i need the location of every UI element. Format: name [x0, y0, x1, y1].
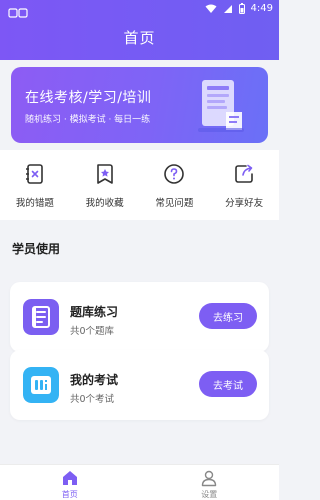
practice-button[interactable]: 去练习	[199, 303, 257, 329]
page-title: 首页	[123, 29, 156, 47]
card-title: 题库练习	[70, 305, 119, 319]
quick-nav-wrong-questions[interactable]: 我的错题	[0, 150, 70, 220]
card-question-bank[interactable]: 题库练习 共0个题库 去练习	[10, 282, 269, 352]
tab-label: 首页	[61, 490, 78, 499]
wifi-icon	[205, 4, 217, 13]
faq-icon	[164, 164, 185, 184]
bottom-tab-bar: 首页 设置	[0, 464, 279, 500]
take-exam-button[interactable]: 去考试	[199, 371, 257, 397]
signal-icon	[223, 4, 232, 13]
wrong-questions-icon	[25, 164, 43, 184]
quick-nav-favorites[interactable]: 我的收藏	[70, 150, 140, 220]
banner-subtitle: 随机练习 · 模拟考试 · 每日一练	[25, 115, 151, 125]
quick-nav-label: 我的收藏	[85, 198, 124, 209]
tab-settings[interactable]: 设置	[140, 465, 280, 500]
quick-nav-label: 分享好友	[225, 198, 264, 209]
banner-title: 在线考核/学习/培训	[25, 90, 152, 106]
user-settings-icon	[202, 470, 217, 487]
home-icon	[62, 471, 77, 485]
favorites-icon	[96, 164, 113, 184]
notification-icons	[8, 8, 28, 18]
battery-icon	[238, 3, 245, 14]
quick-nav-label: 我的错题	[15, 198, 54, 209]
tab-home[interactable]: 首页	[0, 465, 140, 500]
status-left	[8, 3, 30, 22]
tab-label: 设置	[201, 490, 218, 499]
quick-nav-share[interactable]: 分享好友	[209, 150, 279, 220]
status-icons: 4:49	[205, 3, 273, 14]
card-count: 共0个题库	[70, 326, 115, 337]
quick-nav: 我的错题 我的收藏 常见问题 分享好友	[0, 150, 279, 220]
document-illustration-icon	[198, 80, 244, 132]
status-time: 4:49	[250, 3, 273, 14]
card-exam[interactable]: 我的考试 共0个考试 去考试	[10, 350, 269, 420]
exam-icon	[23, 367, 59, 403]
card-count: 共0个考试	[70, 394, 115, 405]
app-header: 4:49 首页	[0, 0, 279, 60]
card-title: 我的考试	[70, 373, 119, 387]
question-bank-icon	[23, 299, 59, 335]
status-bar: 4:49	[0, 3, 279, 18]
section-title: 学员使用	[12, 242, 61, 256]
quick-nav-faq[interactable]: 常见问题	[140, 150, 210, 220]
promo-banner[interactable]: 在线考核/学习/培训 随机练习 · 模拟考试 · 每日一练	[11, 67, 268, 143]
quick-nav-label: 常见问题	[155, 198, 194, 209]
share-icon	[235, 164, 253, 183]
